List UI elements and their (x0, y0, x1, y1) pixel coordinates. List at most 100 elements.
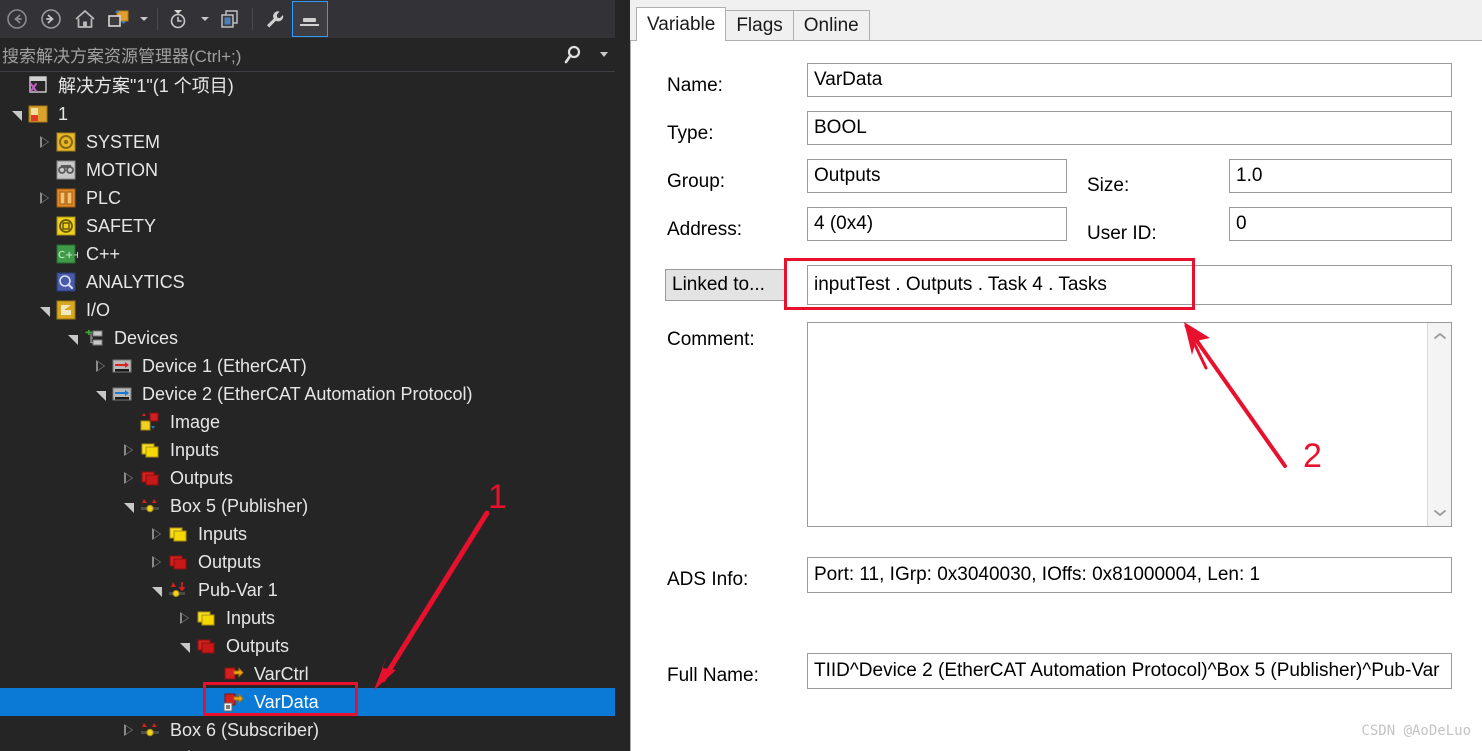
search-input[interactable]: 搜索解决方案资源管理器(Ctrl+;) (0, 42, 553, 67)
search-bar[interactable]: 搜索解决方案资源管理器(Ctrl+;) (0, 38, 615, 72)
annotation-number-1: 1 (488, 478, 507, 516)
tree-item-mappings[interactable]: Mappings (0, 744, 615, 751)
chevron-right-icon[interactable] (34, 128, 54, 156)
pending-changes-filter-icon[interactable] (163, 2, 197, 36)
chevron-down-icon[interactable] (62, 324, 82, 352)
tab-online[interactable]: Online (792, 10, 870, 41)
tree-item-inputs[interactable]: Inputs (0, 604, 615, 632)
tree-item-label: PLC (86, 188, 122, 208)
variable-form: Name: VarData Type: BOOL Group: Outputs … (630, 41, 1482, 751)
io-icon (54, 299, 80, 321)
scroll-down-icon[interactable] (1428, 502, 1452, 524)
address-label: Address: (667, 219, 742, 240)
tree-item-inputs[interactable]: Inputs (0, 520, 615, 548)
search-icon[interactable] (553, 44, 593, 66)
tree-item-device-1-ethercat[interactable]: Device 1 (EtherCAT) (0, 352, 615, 380)
user-id-field[interactable]: 0 (1229, 207, 1452, 241)
ads-info-field[interactable]: Port: 11, IGrp: 0x3040030, IOffs: 0x8100… (807, 557, 1452, 593)
tree-item-outputs[interactable]: Outputs (0, 632, 615, 660)
back-icon[interactable] (0, 2, 34, 36)
chevron-right-icon[interactable] (34, 184, 54, 212)
properties-icon[interactable] (258, 2, 292, 36)
filter-dropdown-caret-icon[interactable] (197, 2, 213, 36)
tree-item-label: SAFETY (86, 216, 157, 236)
tree-item-system[interactable]: SYSTEM (0, 128, 615, 156)
tab-variable[interactable]: Variable (636, 7, 727, 41)
tree-item-image[interactable]: Image (0, 408, 615, 436)
box-icon (138, 719, 164, 741)
tree-item-plc[interactable]: PLC (0, 184, 615, 212)
chevron-right-icon[interactable] (90, 744, 110, 751)
chevron-down-icon[interactable] (90, 380, 110, 408)
tree-item-box-6-subscriber[interactable]: Box 6 (Subscriber) (0, 716, 615, 744)
show-all-files-icon[interactable] (213, 2, 247, 36)
tab-flags[interactable]: Flags (725, 10, 794, 41)
outputs-icon (194, 635, 220, 657)
tree-item-safety[interactable]: SAFETY (0, 212, 615, 240)
tree-item-devices[interactable]: Devices (0, 324, 615, 352)
chevron-down-icon[interactable] (174, 632, 194, 660)
tree-item-inputs[interactable]: Inputs (0, 436, 615, 464)
group-field[interactable]: Outputs (807, 159, 1067, 193)
chevron-down-icon[interactable] (146, 576, 166, 604)
tree-item-label: Device 2 (EtherCAT Automation Protocol) (142, 384, 473, 404)
address-field[interactable]: 4 (0x4) (807, 207, 1067, 241)
forward-icon[interactable] (34, 2, 68, 36)
device-red-icon (110, 355, 136, 377)
comment-field[interactable] (807, 322, 1452, 527)
solution-explorer-toolbar (0, 0, 615, 38)
chevron-right-icon[interactable] (118, 436, 138, 464)
search-dropdown-caret-icon[interactable] (593, 52, 615, 57)
tree-item-1[interactable]: 1 (0, 100, 615, 128)
tree-item-label: 解决方案"1"(1 个项目) (58, 76, 234, 96)
tree-item-box-5-publisher[interactable]: Box 5 (Publisher) (0, 492, 615, 520)
inputs-icon (138, 439, 164, 461)
linked-to-button[interactable]: Linked to... (665, 269, 785, 301)
chevron-right-icon[interactable] (174, 604, 194, 632)
solution-explorer-panel: 搜索解决方案资源管理器(Ctrl+;) 解决方案"1"(1 个项目) 1 SYSTE… (0, 0, 615, 751)
type-field[interactable]: BOOL (807, 111, 1452, 145)
size-field[interactable]: 1.0 (1229, 159, 1452, 193)
tree-item-label: Image (170, 412, 221, 432)
app-root: 搜索解决方案资源管理器(Ctrl+;) 解决方案"1"(1 个项目) 1 SYSTE… (0, 0, 1482, 751)
chevron-down-icon[interactable] (118, 492, 138, 520)
image-icon (138, 411, 164, 433)
tree-item-label: Outputs (198, 552, 262, 572)
mappings-icon (110, 747, 136, 751)
tree-item-i-o[interactable]: I/O (0, 296, 615, 324)
chevron-right-icon[interactable] (146, 520, 166, 548)
comment-scrollbar[interactable] (1427, 323, 1451, 526)
variable-properties-panel: Variable Flags Online Name: VarData Type… (630, 0, 1482, 751)
tree-item-device-2-ethercat-automation-protocol[interactable]: Device 2 (EtherCAT Automation Protocol) (0, 380, 615, 408)
tree-item-outputs[interactable]: Outputs (0, 464, 615, 492)
chevron-right-icon[interactable] (90, 352, 110, 380)
name-field[interactable]: VarData (807, 63, 1452, 97)
chevron-down-icon[interactable] (6, 100, 26, 128)
tree-item-label: Outputs (170, 468, 234, 488)
tree-item-motion[interactable]: MOTION (0, 156, 615, 184)
tree-item-label: Outputs (226, 636, 290, 656)
full-name-field[interactable]: TIID^Device 2 (EtherCAT Automation Proto… (807, 653, 1452, 689)
device-blue-icon (110, 383, 136, 405)
chevron-down-icon[interactable] (34, 296, 54, 324)
collapse-icon[interactable] (292, 1, 328, 37)
tree-item-1-1[interactable]: 解决方案"1"(1 个项目) (0, 72, 615, 100)
home-icon[interactable] (68, 2, 102, 36)
tree-item-outputs[interactable]: Outputs (0, 548, 615, 576)
tree-item-label: Inputs (198, 524, 248, 544)
chevron-right-icon[interactable] (146, 548, 166, 576)
chevron-right-icon[interactable] (118, 464, 138, 492)
chevron-right-icon[interactable] (118, 716, 138, 744)
tree-item-pub-var-1[interactable]: Pub-Var 1 (0, 576, 615, 604)
solution-tree[interactable]: 解决方案"1"(1 个项目) 1 SYSTEM MOTION PLC SAFETY C++ C… (0, 72, 615, 751)
tree-item-label: I/O (86, 300, 111, 320)
tree-item-analytics[interactable]: ANALYTICS (0, 268, 615, 296)
tree-item-label: Pub-Var 1 (198, 580, 278, 600)
sync-with-active-document-icon[interactable] (102, 2, 136, 36)
scroll-up-icon[interactable] (1428, 325, 1452, 347)
tree-item-c[interactable]: C++ C++ (0, 240, 615, 268)
sync-dropdown-caret-icon[interactable] (136, 2, 152, 36)
